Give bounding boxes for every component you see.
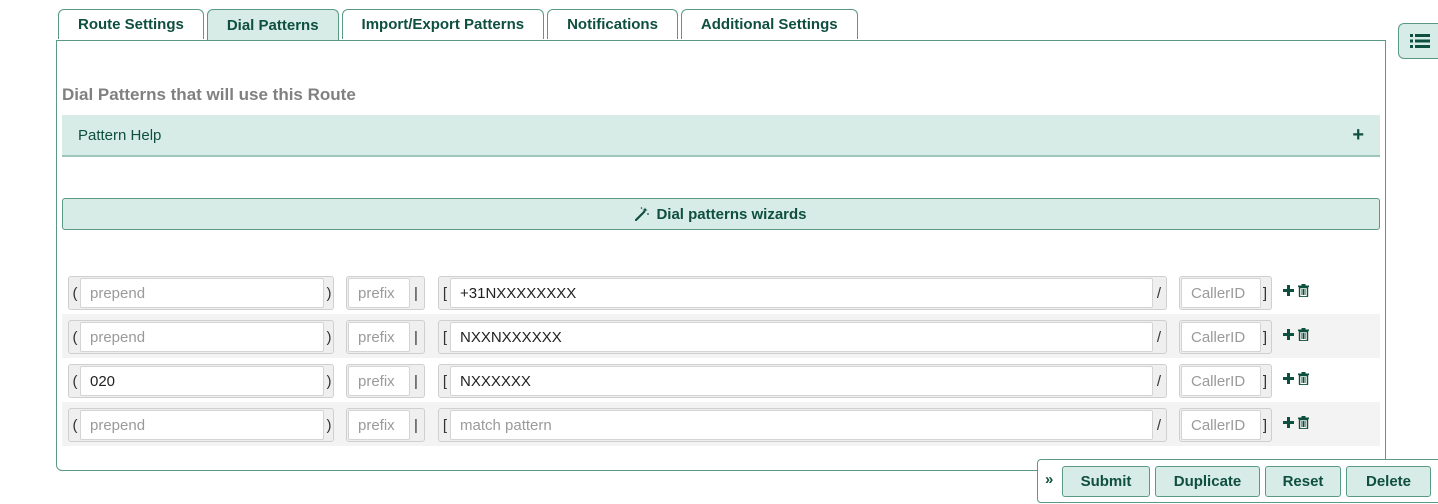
prefix-group: |	[346, 408, 425, 442]
dial-patterns-wizards-label: Dial patterns wizards	[656, 205, 807, 223]
prefix-group: |	[346, 364, 425, 398]
prefix-separator: |	[414, 372, 418, 390]
prefix-separator: |	[414, 328, 418, 346]
callerid-close-bracket: ]	[1262, 372, 1268, 390]
prepend-group: ( )	[68, 276, 334, 310]
callerid-input[interactable]	[1181, 322, 1261, 352]
submit-button[interactable]: Submit	[1062, 466, 1150, 497]
tab-import-export-patterns[interactable]: Import/Export Patterns	[341, 9, 545, 39]
magic-wand-icon	[635, 207, 650, 221]
prepend-group: ( )	[68, 364, 334, 398]
prepend-input[interactable]	[80, 278, 324, 308]
prepend-close-bracket: )	[326, 328, 332, 346]
match-pattern-group: [ /	[438, 364, 1167, 398]
match-open-bracket: [	[442, 372, 448, 390]
match-pattern-group: [ /	[438, 408, 1167, 442]
match-pattern-input[interactable]	[450, 366, 1153, 396]
prepend-close-bracket: )	[326, 416, 332, 434]
prepend-input[interactable]	[80, 366, 324, 396]
row-actions	[1282, 371, 1309, 385]
plus-icon[interactable]	[1282, 283, 1294, 297]
action-footer: » Submit Duplicate Reset Delete	[1037, 459, 1438, 503]
delete-button[interactable]: Delete	[1346, 466, 1431, 497]
prepend-close-bracket: )	[326, 284, 332, 302]
match-separator: /	[1156, 328, 1162, 346]
tab-dial-patterns[interactable]: Dial Patterns	[206, 9, 339, 41]
callerid-input[interactable]	[1181, 366, 1261, 396]
list-icon	[1410, 34, 1430, 48]
prefix-separator: |	[414, 416, 418, 434]
prepend-group: ( )	[68, 320, 334, 354]
match-open-bracket: [	[442, 284, 448, 302]
match-pattern-input[interactable]	[450, 322, 1153, 352]
plus-icon[interactable]	[1282, 371, 1294, 385]
callerid-close-bracket: ]	[1262, 328, 1268, 346]
trash-icon[interactable]	[1297, 283, 1309, 297]
trash-icon[interactable]	[1297, 327, 1309, 341]
prepend-open-bracket: (	[72, 328, 78, 346]
pattern-row: ( ) | [ / ]	[62, 358, 1380, 402]
tab-route-settings[interactable]: Route Settings	[58, 9, 204, 39]
match-separator: /	[1156, 372, 1162, 390]
match-separator: /	[1156, 416, 1162, 434]
prefix-group: |	[346, 320, 425, 354]
pattern-help-toggle[interactable]: Pattern Help +	[62, 115, 1380, 157]
prefix-group: |	[346, 276, 425, 310]
trash-icon[interactable]	[1297, 371, 1309, 385]
row-actions	[1282, 327, 1309, 341]
callerid-group: ]	[1179, 364, 1272, 398]
prepend-input[interactable]	[80, 322, 324, 352]
tab-additional-settings[interactable]: Additional Settings	[680, 9, 858, 39]
row-actions	[1282, 283, 1309, 297]
match-pattern-group: [ /	[438, 276, 1167, 310]
pattern-row: ( ) | [ / ]	[62, 270, 1380, 314]
duplicate-button[interactable]: Duplicate	[1155, 466, 1260, 497]
section-title: Dial Patterns that will use this Route	[62, 85, 356, 104]
prefix-input[interactable]	[348, 366, 410, 396]
callerid-group: ]	[1179, 408, 1272, 442]
plus-icon[interactable]	[1282, 415, 1294, 429]
match-pattern-input[interactable]	[450, 410, 1153, 440]
prefix-input[interactable]	[348, 410, 410, 440]
prepend-open-bracket: (	[72, 416, 78, 434]
tab-bar: Route Settings Dial Patterns Import/Expo…	[58, 9, 858, 41]
side-menu-button[interactable]	[1398, 23, 1438, 59]
tab-notifications[interactable]: Notifications	[547, 9, 678, 39]
plus-icon[interactable]	[1282, 327, 1294, 341]
callerid-group: ]	[1179, 276, 1272, 310]
pattern-help-label: Pattern Help	[78, 126, 162, 144]
prefix-separator: |	[414, 284, 418, 302]
match-pattern-group: [ /	[438, 320, 1167, 354]
reset-button[interactable]: Reset	[1265, 466, 1341, 497]
prefix-input[interactable]	[348, 278, 410, 308]
pattern-row: ( ) | [ / ]	[62, 402, 1380, 446]
prepend-open-bracket: (	[72, 372, 78, 390]
prepend-group: ( )	[68, 408, 334, 442]
callerid-group: ]	[1179, 320, 1272, 354]
dial-patterns-wizards-button[interactable]: Dial patterns wizards	[62, 198, 1380, 230]
match-open-bracket: [	[442, 328, 448, 346]
callerid-input[interactable]	[1181, 410, 1261, 440]
row-actions	[1282, 415, 1309, 429]
match-pattern-input[interactable]	[450, 278, 1153, 308]
callerid-close-bracket: ]	[1262, 284, 1268, 302]
pattern-row: ( ) | [ / ]	[62, 314, 1380, 358]
trash-icon[interactable]	[1297, 415, 1309, 429]
callerid-close-bracket: ]	[1262, 416, 1268, 434]
prefix-input[interactable]	[348, 322, 410, 352]
match-separator: /	[1156, 284, 1162, 302]
expand-plus-icon[interactable]: +	[1352, 124, 1364, 147]
prepend-input[interactable]	[80, 410, 324, 440]
prepend-open-bracket: (	[72, 284, 78, 302]
match-open-bracket: [	[442, 416, 448, 434]
collapse-footer-icon[interactable]: »	[1045, 471, 1053, 488]
callerid-input[interactable]	[1181, 278, 1261, 308]
prepend-close-bracket: )	[326, 372, 332, 390]
